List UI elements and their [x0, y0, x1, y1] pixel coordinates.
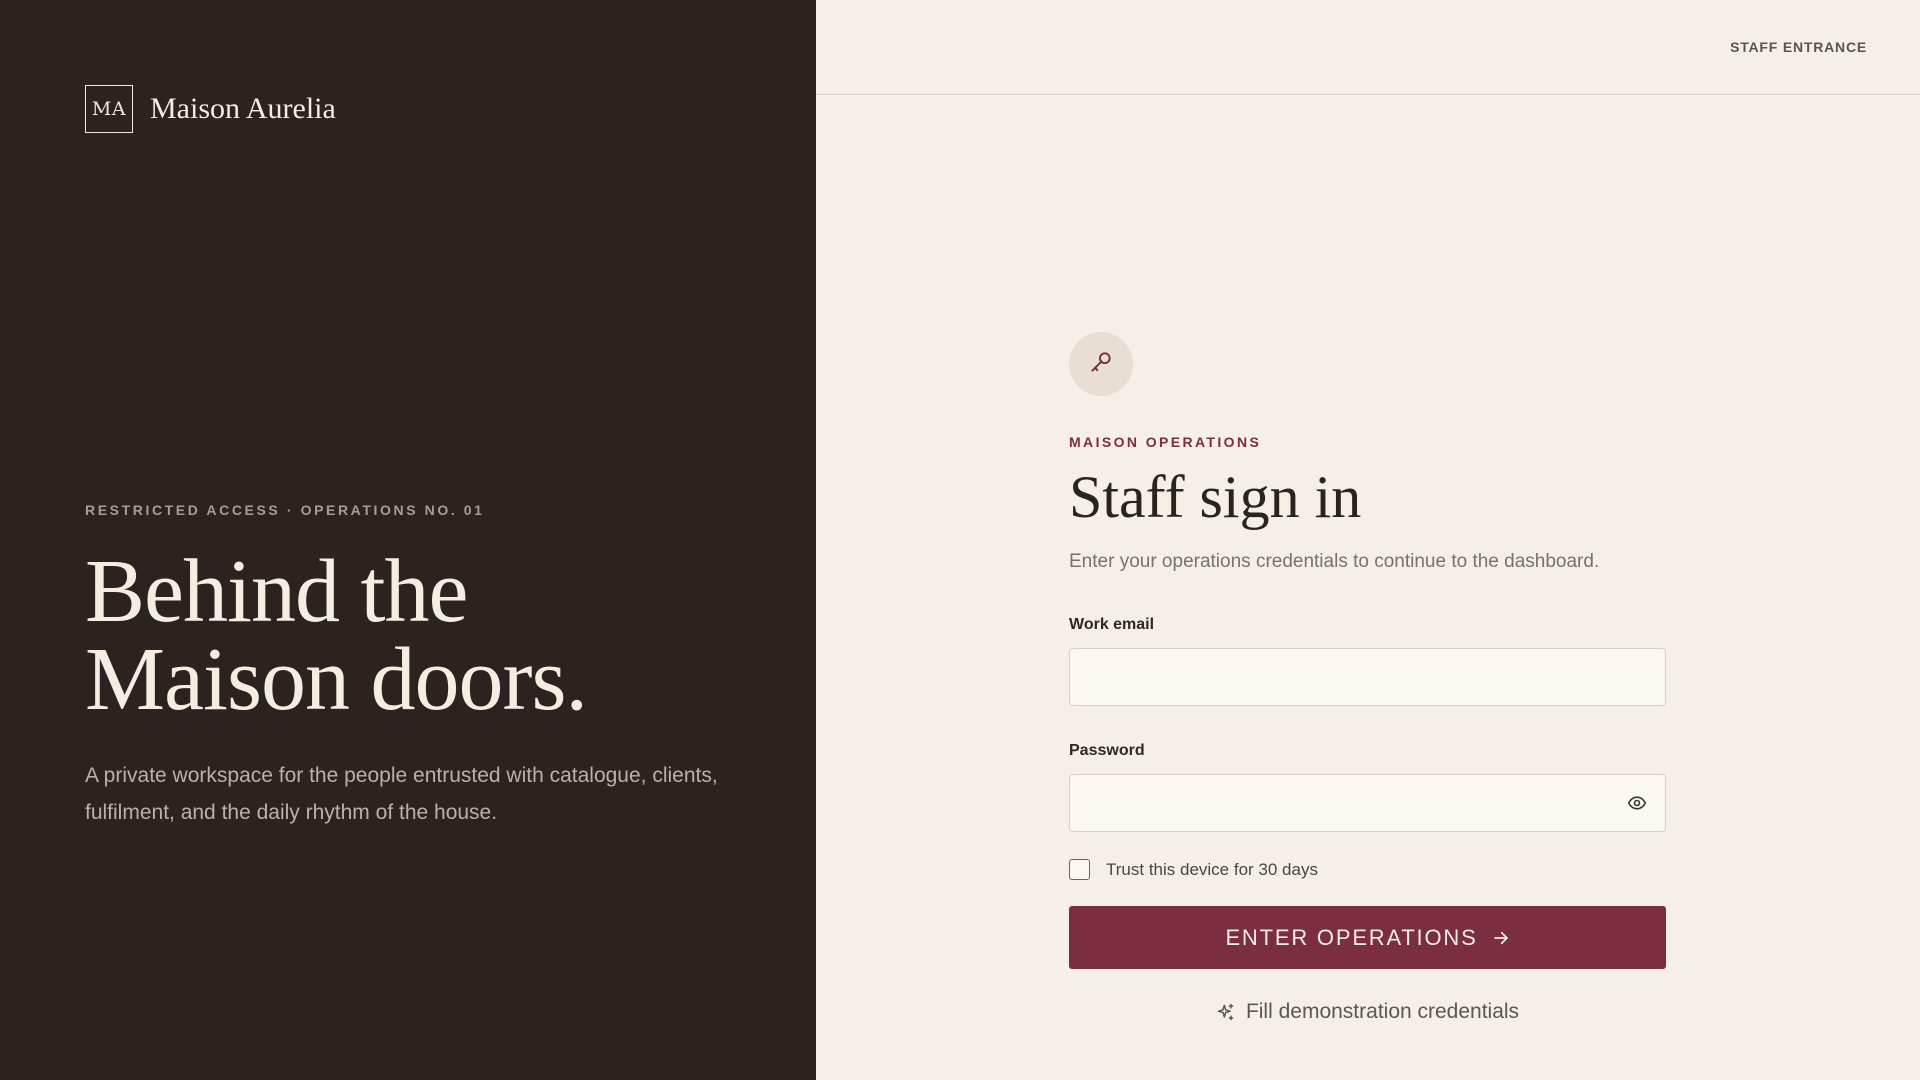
password-field-wrapper [1069, 774, 1666, 832]
staff-entrance-link[interactable]: STAFF ENTRANCE [1730, 39, 1867, 55]
form-panel: STAFF ENTRANCE MAISON OPERATIONS Staff s… [816, 0, 1920, 1080]
arrow-right-icon [1492, 929, 1510, 947]
form-title: Staff sign in [1069, 464, 1362, 530]
logo-mark: MA [85, 85, 133, 133]
hero-title-line-1: Behind the [85, 542, 468, 641]
hero-title: Behind the Maison doors. [85, 547, 785, 725]
login-page: MA Maison Aurelia RESTRICTED ACCESS · OP… [0, 0, 1920, 1080]
hero-title-line-2: Maison doors. [85, 630, 588, 729]
sign-in-form: MAISON OPERATIONS Staff sign in Enter yo… [1069, 332, 1666, 1024]
enter-operations-button[interactable]: ENTER OPERATIONS [1069, 906, 1666, 969]
password-field[interactable] [1070, 775, 1665, 831]
logo-name: Maison Aurelia [150, 92, 336, 125]
topbar: STAFF ENTRANCE [816, 0, 1920, 95]
eye-icon[interactable] [1625, 791, 1649, 815]
hero-eyebrow: RESTRICTED ACCESS · OPERATIONS NO. 01 [85, 502, 485, 518]
fill-demo-credentials-link[interactable]: Fill demonstration credentials [1069, 1000, 1666, 1024]
key-badge [1069, 332, 1133, 396]
hero-copy: A private workspace for the people entru… [85, 764, 718, 824]
email-field[interactable] [1070, 649, 1665, 705]
form-eyebrow: MAISON OPERATIONS [1069, 434, 1262, 450]
sparkle-icon [1216, 1002, 1236, 1022]
trust-device-label[interactable]: Trust this device for 30 days [1106, 860, 1318, 880]
key-icon [1088, 349, 1114, 380]
email-label: Work email [1069, 616, 1155, 633]
email-field-wrapper [1069, 648, 1666, 706]
fill-demo-credentials-label: Fill demonstration credentials [1245, 1000, 1520, 1023]
logo: MA Maison Aurelia [85, 85, 336, 133]
enter-operations-label: ENTER OPERATIONS [1225, 924, 1478, 950]
password-label: Password [1069, 742, 1145, 759]
trust-device-checkbox[interactable] [1069, 859, 1090, 880]
brand-panel: MA Maison Aurelia RESTRICTED ACCESS · OP… [0, 0, 816, 1080]
form-subtitle: Enter your operations credentials to con… [1069, 551, 1600, 572]
trust-device-row: Trust this device for 30 days [1069, 859, 1666, 880]
